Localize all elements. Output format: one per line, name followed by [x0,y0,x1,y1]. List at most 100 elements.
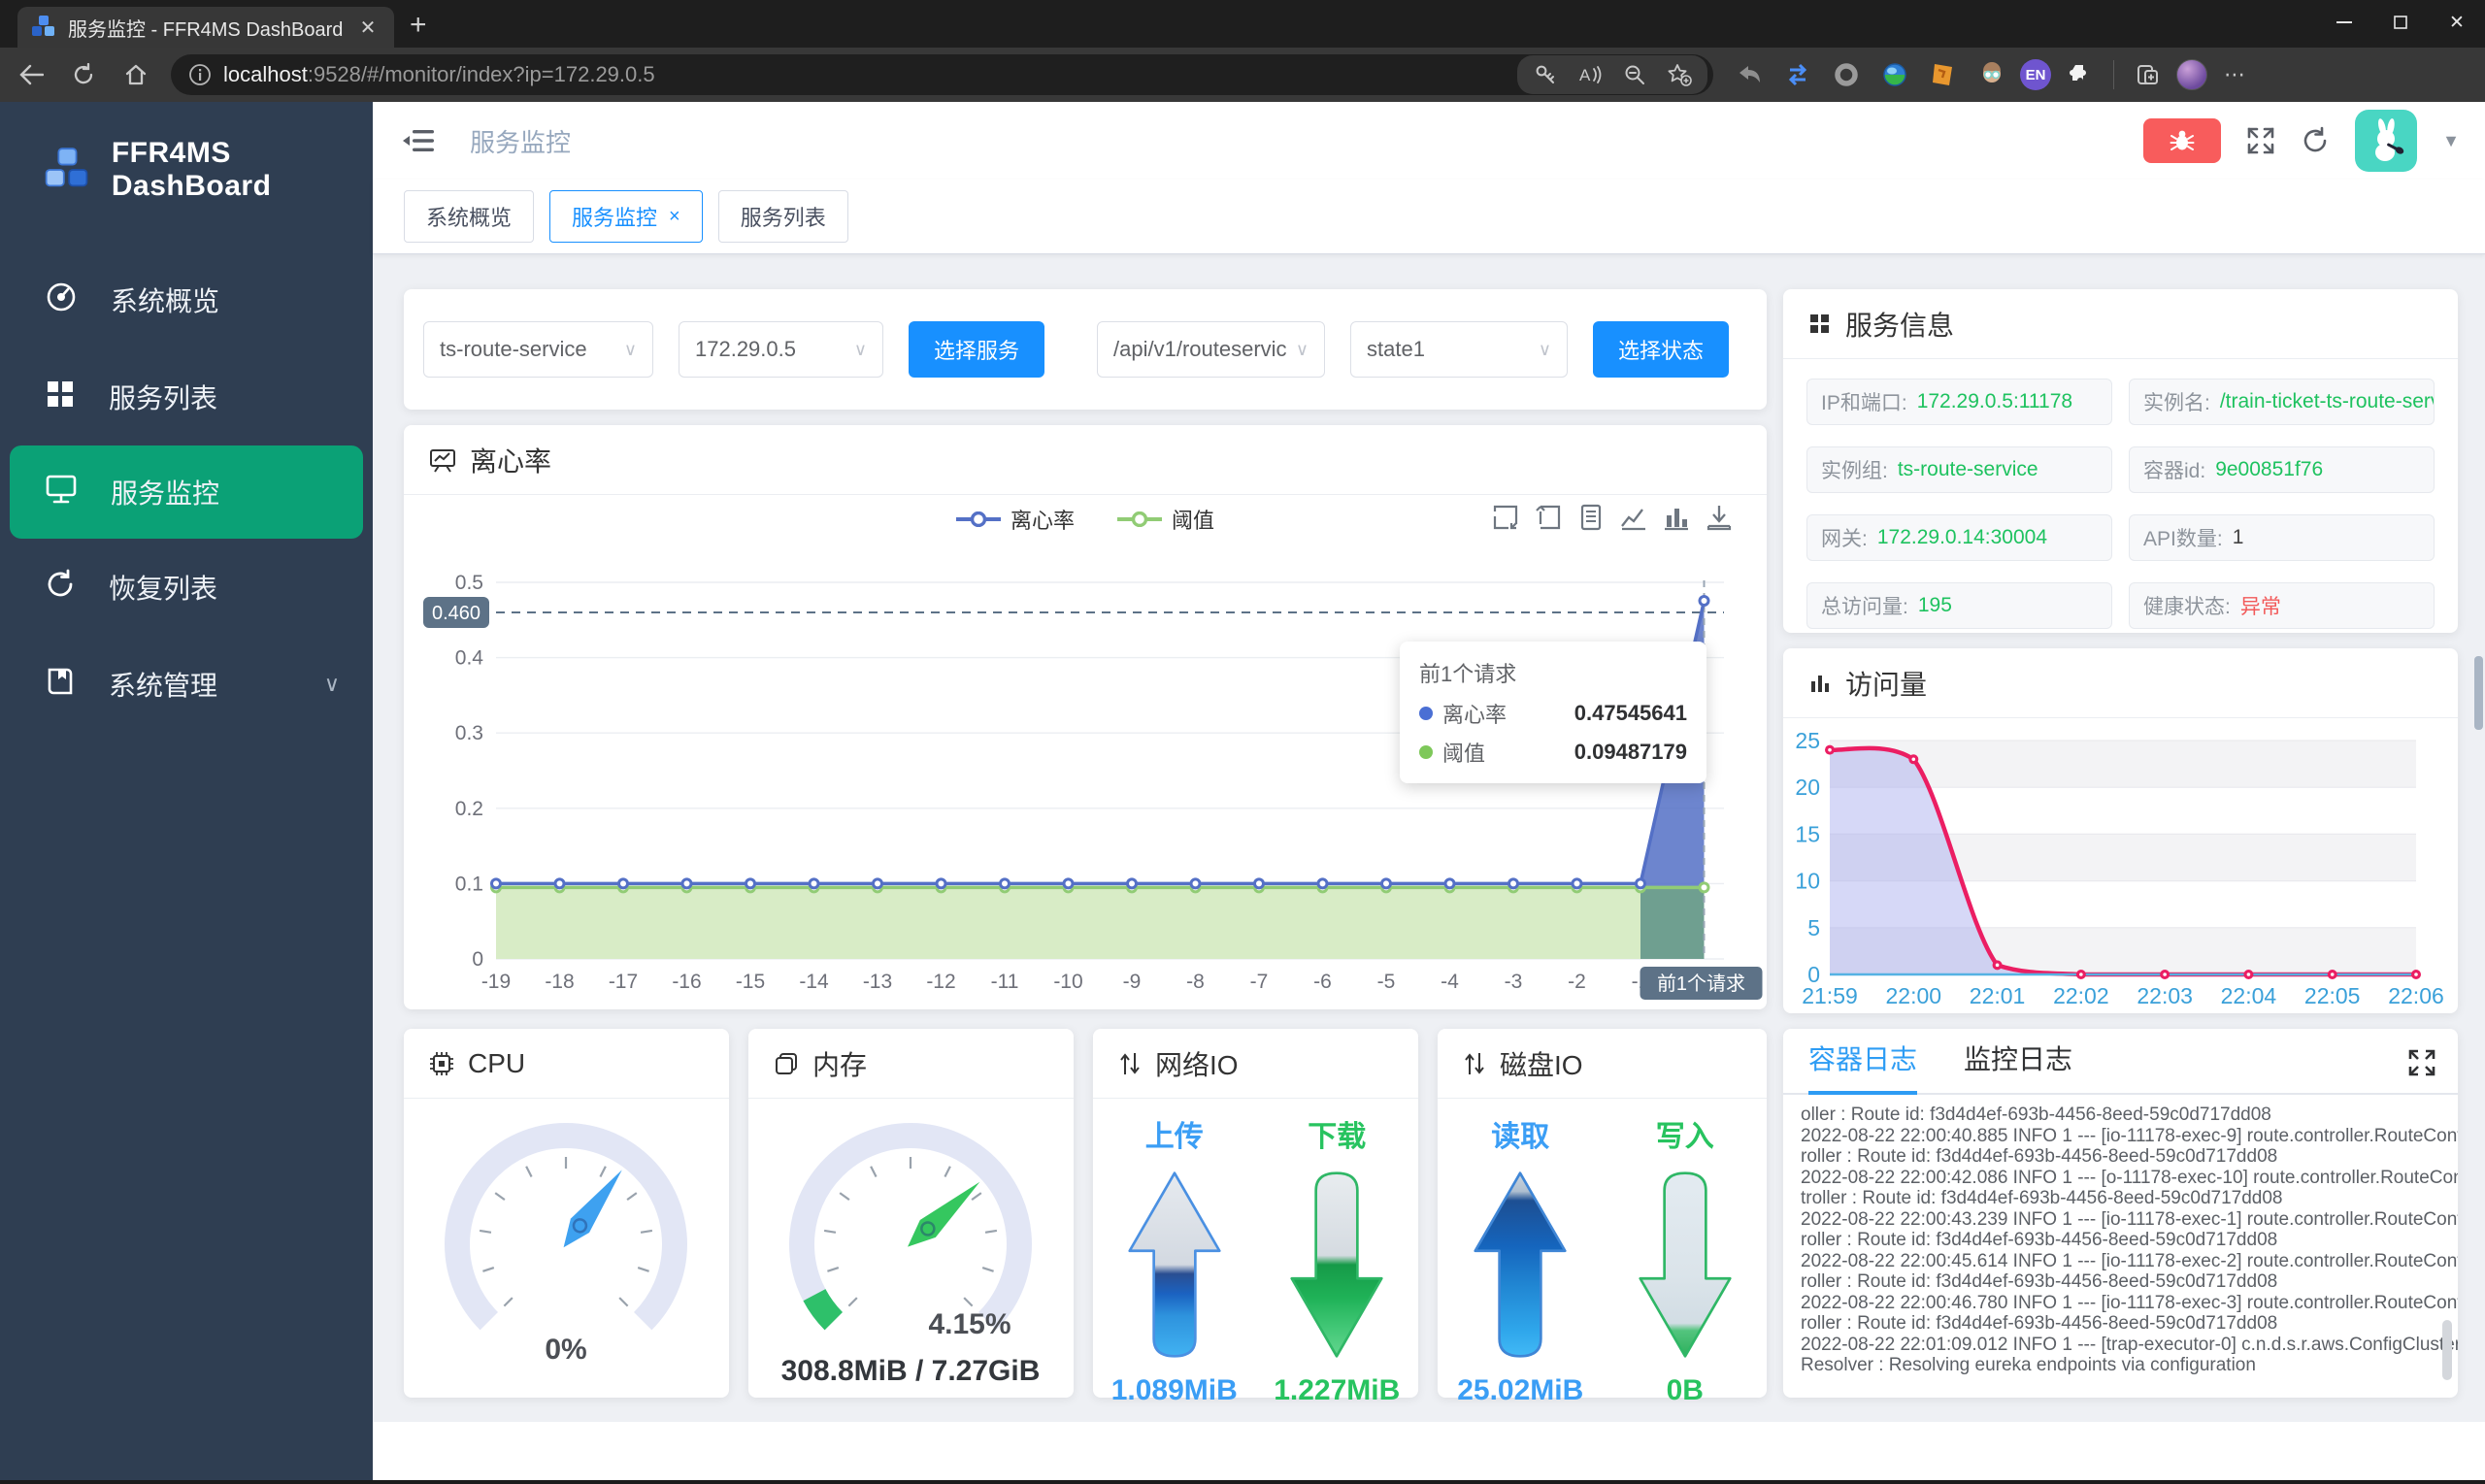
favorites-star-icon[interactable] [1659,54,1700,95]
reload-button[interactable] [62,53,105,96]
window-close-button[interactable]: ✕ [2429,0,2485,45]
avatar-caret-icon[interactable]: ▼ [2442,131,2460,151]
write-column: 写入 0B [1623,1112,1747,1407]
info-field: 健康状态: 异常 [2129,582,2435,629]
tab-close-icon[interactable]: × [669,206,680,228]
log-line: 2022-08-22 22:00:43.239 INFO 1 --- [io-1… [1801,1208,2458,1230]
profile-avatar[interactable] [2176,59,2207,90]
browser-tab[interactable]: 服务监控 - FFR4MS DashBoard ✕ [17,7,394,48]
select-state-button[interactable]: 选择状态 [1593,321,1730,378]
window-maximize-button[interactable] [2372,0,2429,45]
svg-text:0.5: 0.5 [455,572,483,594]
log-line: troller : Route id: f3d4d4ef-693b-4456-8… [1801,1188,2283,1208]
sidebar-item-服务监控[interactable]: 服务监控 [10,445,363,539]
log-tab-容器日志[interactable]: 容器日志 [1808,1039,1918,1095]
svg-text:4.15%: 4.15% [928,1308,1011,1340]
service-info-grid: IP和端口: 172.29.0.5:11178 实例名:/train-ticket-… [1783,359,2458,648]
ring-extension-icon[interactable] [1826,54,1867,95]
avatar-face-extension-icon[interactable] [1971,54,2012,95]
dashboard-icon [45,280,78,320]
fullscreen-icon[interactable] [2246,126,2275,155]
translate-en-badge[interactable]: EN [2020,59,2051,90]
toolbox-barchart-icon[interactable] [1662,503,1691,532]
undo-arrow-icon[interactable] [1729,54,1770,95]
eccentricity-title: 离心率 [470,445,552,477]
cpu-header: CPU [404,1029,729,1099]
download-arrow-icon [1290,1171,1383,1358]
log-scrollbar[interactable] [2442,1320,2452,1380]
zoom-out-icon[interactable] [1614,54,1655,95]
toolbox-linechart-icon[interactable] [1619,503,1648,532]
sidebar-item-系统概览[interactable]: 系统概览 [0,251,373,348]
log-line: 2022-08-22 22:00:46.780 INFO 1 --- [io-1… [1801,1292,2458,1313]
url-bar[interactable]: localhost:9528/#/monitor/index?ip=172.29… [171,54,1713,95]
svg-text:-17: -17 [609,971,638,993]
svg-text:15: 15 [1795,821,1820,846]
bug-report-button[interactable] [2143,118,2222,163]
svg-text:0.2: 0.2 [455,798,483,820]
app-root: FFR4MS DashBoard 系统概览 服务列表 服务监控 恢复列表 系统管理 ∨ 服… [0,102,2485,1484]
tags-bar: 系统概览 服务监控 × 服务列表 [373,180,2485,254]
log-expand-icon[interactable] [2407,1048,2436,1077]
toolbox-datazoom-icon[interactable] [1491,503,1520,532]
toolbox-download-icon[interactable] [1705,503,1734,532]
state-select[interactable]: state1 ∨ [1350,321,1569,378]
visits-header: 访问量 [1783,648,2458,718]
legend-threshold[interactable]: 阈值 [1117,504,1214,535]
grid-icon [1810,313,1829,333]
read-aloud-icon[interactable]: A [1570,54,1610,95]
svg-text:-8: -8 [1186,971,1205,993]
tooltip-title: 前1个请求 [1419,662,1517,686]
log-line: 2022-08-22 22:01:09.012 INFO 1 --- [trap… [1801,1334,2458,1355]
url-text[interactable]: localhost:9528/#/monitor/index?ip=172.29… [223,62,1517,87]
tab-title: 服务监控 - FFR4MS DashBoard [68,18,344,41]
tab-系统概览[interactable]: 系统概览 [404,190,535,243]
password-key-icon[interactable] [1525,54,1566,95]
visits-chart[interactable]: 051015202521:59 22:00 22:01 22:02 22:03 22:04… [1783,718,2458,1009]
ip-select[interactable]: 172.29.0.5 ∨ [679,321,883,378]
legend-eccentricity[interactable]: 离心率 [955,504,1075,535]
svg-text:-16: -16 [672,971,701,993]
info-field: API数量: 1 [2129,514,2435,561]
extensions-puzzle-icon[interactable] [2059,54,2100,95]
hamburger-icon[interactable] [398,119,441,162]
page-scrollbar-thumb[interactable] [2474,656,2483,730]
write-label: 写入 [1655,1121,1714,1153]
sidebar-item-服务列表[interactable]: 服务列表 [0,348,373,445]
back-button[interactable] [10,53,52,96]
log-line: oller : Route id: f3d4d4ef-693b-4456-8ee… [1801,1105,2271,1125]
toolbox-restore-icon[interactable] [1534,503,1563,532]
api-select[interactable]: /api/v1/routeservic ∨ [1097,321,1326,378]
logs-card: 容器日志 监控日志 oller : Route id: f3d4d4ef-693b… [1783,1029,2458,1398]
sidebar-item-系统管理[interactable]: 系统管理 ∨ [0,636,373,733]
new-tab-button[interactable]: + [410,9,427,42]
collections-icon[interactable] [2128,54,2169,95]
disk-io-header: 磁盘IO [1438,1029,1767,1099]
window-minimize-button[interactable] [2316,0,2372,45]
select-service-button[interactable]: 选择服务 [909,321,1045,378]
log-lines[interactable]: oller : Route id: f3d4d4ef-693b-4456-8ee… [1783,1095,2458,1376]
tooltip-row-threshold: 阈值 0.09487179 [1419,737,1687,768]
svg-text:22:03: 22:03 [2137,983,2193,1008]
settings-more-icon[interactable]: ⋯ [2215,54,2256,95]
site-info-icon[interactable] [188,63,212,86]
log-tab-监控日志[interactable]: 监控日志 [1964,1039,2072,1093]
refresh-page-icon[interactable] [2301,126,2330,155]
toolbox-dataview-icon[interactable] [1576,503,1606,532]
orange-extension-icon[interactable] [1923,54,1964,95]
swap-extension-icon[interactable] [1777,54,1818,95]
svg-text:-15: -15 [736,971,765,993]
tab-服务列表[interactable]: 服务列表 [717,190,848,243]
upload-arrow-icon [1128,1171,1221,1358]
green-dot-icon [1419,745,1433,759]
service-info-header: 服务信息 [1783,289,2458,359]
tab-服务监控[interactable]: 服务监控 × [549,190,703,243]
sidebar-item-恢复列表[interactable]: 恢复列表 [0,539,373,636]
service-select[interactable]: ts-route-service ∨ [423,321,653,378]
user-avatar[interactable] [2355,110,2418,172]
tab-close-icon[interactable]: ✕ [355,16,381,40]
globe-extension-icon[interactable] [1874,54,1915,95]
sidebar-menu: 系统概览 服务列表 服务监控 恢复列表 系统管理 ∨ [0,251,373,733]
app-logo[interactable]: FFR4MS DashBoard [0,102,373,203]
home-button[interactable] [115,53,157,96]
